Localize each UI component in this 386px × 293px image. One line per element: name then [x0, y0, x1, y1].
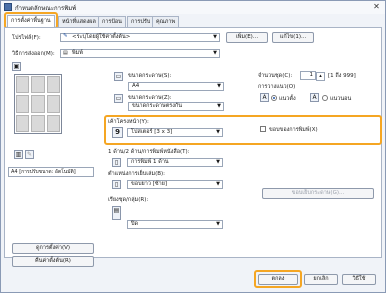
- output-method-select[interactable]: ▤ พิมพ์ ▼: [60, 49, 220, 58]
- tab-paper-source[interactable]: การป้อน: [98, 16, 126, 27]
- printer-icon: [4, 3, 12, 11]
- finishing-value: ปิด: [131, 221, 139, 227]
- landscape-icon: A: [310, 93, 319, 102]
- preview-cell: [16, 114, 30, 132]
- copies-icon[interactable]: ✎: [25, 150, 34, 159]
- profile-value: <ระบุโดยผู้ใช้ค่าตั้งต้น>: [72, 34, 131, 40]
- copies-label: จำนวนชุด(C):: [258, 73, 293, 79]
- profile-label: โปรไฟล์(F):: [12, 35, 41, 41]
- preview-cell: [46, 95, 60, 113]
- restore-defaults-button[interactable]: คืนค่าตั้งต้น(R): [12, 256, 94, 267]
- gutter-button[interactable]: ขอบเย็บกระดาษ(G)...: [262, 188, 374, 199]
- pencil-icon: ✎: [63, 33, 68, 39]
- binding-value: ขอบยาว [ซ้าย]: [131, 181, 168, 187]
- close-icon[interactable]: ✕: [371, 2, 382, 12]
- page-layout-label: เค้าโครงหน้า(Y):: [108, 119, 149, 125]
- poster-icon: 9: [112, 127, 123, 138]
- poster-border-checkbox[interactable]: [260, 126, 266, 132]
- cancel-button[interactable]: ยกเลิก: [304, 274, 338, 285]
- chevron-down-icon: ▼: [216, 159, 220, 165]
- output-size-label: ขนาดกระดาษ(Z):: [128, 95, 172, 101]
- portrait-radio[interactable]: [271, 95, 277, 101]
- preview-cell: [31, 95, 45, 113]
- chevron-down-icon: ▼: [213, 34, 217, 40]
- print-style-label: 1 ด้าน/2 ด้าน/การพิมพ์หนังสือ(T):: [108, 149, 190, 155]
- chevron-down-icon: ▼: [217, 83, 221, 89]
- page-layout-value: โปสเตอร์ [3 x 3]: [131, 129, 173, 135]
- tab-page-setup[interactable]: หน้าที่แสดงผล: [58, 16, 100, 27]
- output-size-value: ขนาดกระดาษตรงกัน: [132, 103, 183, 109]
- landscape-label: แนวนอน: [330, 96, 352, 102]
- color-icon[interactable]: ▥: [14, 150, 23, 159]
- preview-cell: [16, 95, 30, 113]
- poster-border-label: ขอบของการพิมพ์(X): [269, 127, 318, 133]
- page-size-select[interactable]: A4 ▼: [128, 82, 224, 91]
- copies-input[interactable]: 1: [300, 71, 316, 80]
- page-layout-select[interactable]: โปสเตอร์ [3 x 3] ▼: [127, 128, 223, 137]
- orientation-label: การวางแนว(O): [258, 84, 296, 90]
- copies-range: [1 ถึง 999]: [328, 73, 356, 79]
- collate-icon: ▤: [112, 206, 121, 220]
- finishing-label: เรียงชุด/กลุ่ม(R):: [108, 197, 149, 203]
- chevron-down-icon: ▼: [217, 103, 221, 109]
- output-method-label: วิธีการส่งออก(M):: [12, 51, 55, 57]
- one-sided-icon: ▯: [112, 158, 121, 167]
- binding-icon: ▯: [112, 180, 121, 189]
- preview-cell: [31, 114, 45, 132]
- binding-label: ตำแหน่งการเย็บเล่ม(B):: [108, 171, 166, 177]
- landscape-radio[interactable]: [322, 95, 328, 101]
- edit-profile-button[interactable]: แก้ไข(1)...: [272, 32, 314, 43]
- chevron-down-icon: ▼: [216, 129, 220, 135]
- preview-cell: [46, 114, 60, 132]
- finishing-select[interactable]: ปิด ▼: [127, 220, 223, 229]
- tab-finishing[interactable]: การปรับ: [127, 16, 155, 27]
- view-settings-button[interactable]: ดูการตั้งค่า(V): [12, 243, 94, 254]
- page-size-icon: ▭: [114, 72, 123, 81]
- binding-select[interactable]: ขอบยาว [ซ้าย] ▼: [127, 180, 223, 189]
- preview-cell: [31, 76, 45, 94]
- print-style-select[interactable]: การพิมพ์ 1 ด้าน ▼: [127, 158, 223, 167]
- output-size-select[interactable]: ขนาดกระดาษตรงกัน ▼: [128, 102, 224, 111]
- preview-mode-icon[interactable]: ▣: [12, 62, 21, 71]
- chevron-down-icon: ▼: [216, 181, 220, 187]
- profile-select[interactable]: ✎ <ระบุโดยผู้ใช้ค่าตั้งต้น> ▼: [60, 33, 220, 42]
- print-icon: ▤: [63, 50, 68, 56]
- chevron-down-icon: ▼: [216, 221, 220, 227]
- page-size-value: A4: [132, 83, 140, 89]
- add-profile-button[interactable]: เพิ่ม(E)...: [226, 32, 268, 43]
- portrait-icon: A: [260, 93, 269, 102]
- preview-cell: [46, 76, 60, 94]
- output-size-icon: ▭: [114, 94, 123, 103]
- help-button[interactable]: วิธีใช้: [342, 274, 376, 285]
- chevron-down-icon: ▼: [213, 50, 217, 56]
- print-style-value: การพิมพ์ 1 ด้าน: [131, 159, 169, 165]
- page-size-label: ขนาดกระดาษ(S):: [128, 73, 172, 79]
- portrait-label: แนวตั้ง: [279, 96, 296, 102]
- tab-quality[interactable]: คุณภาพ: [152, 16, 180, 27]
- ok-button[interactable]: ตกลง: [258, 274, 298, 285]
- copies-stepper[interactable]: ▴: [316, 72, 325, 81]
- preview-cell: [16, 76, 30, 94]
- preview-status: A4 [การปรับขนาด: อัตโนมัติ]: [8, 167, 94, 177]
- poster-grid-preview: [16, 76, 60, 132]
